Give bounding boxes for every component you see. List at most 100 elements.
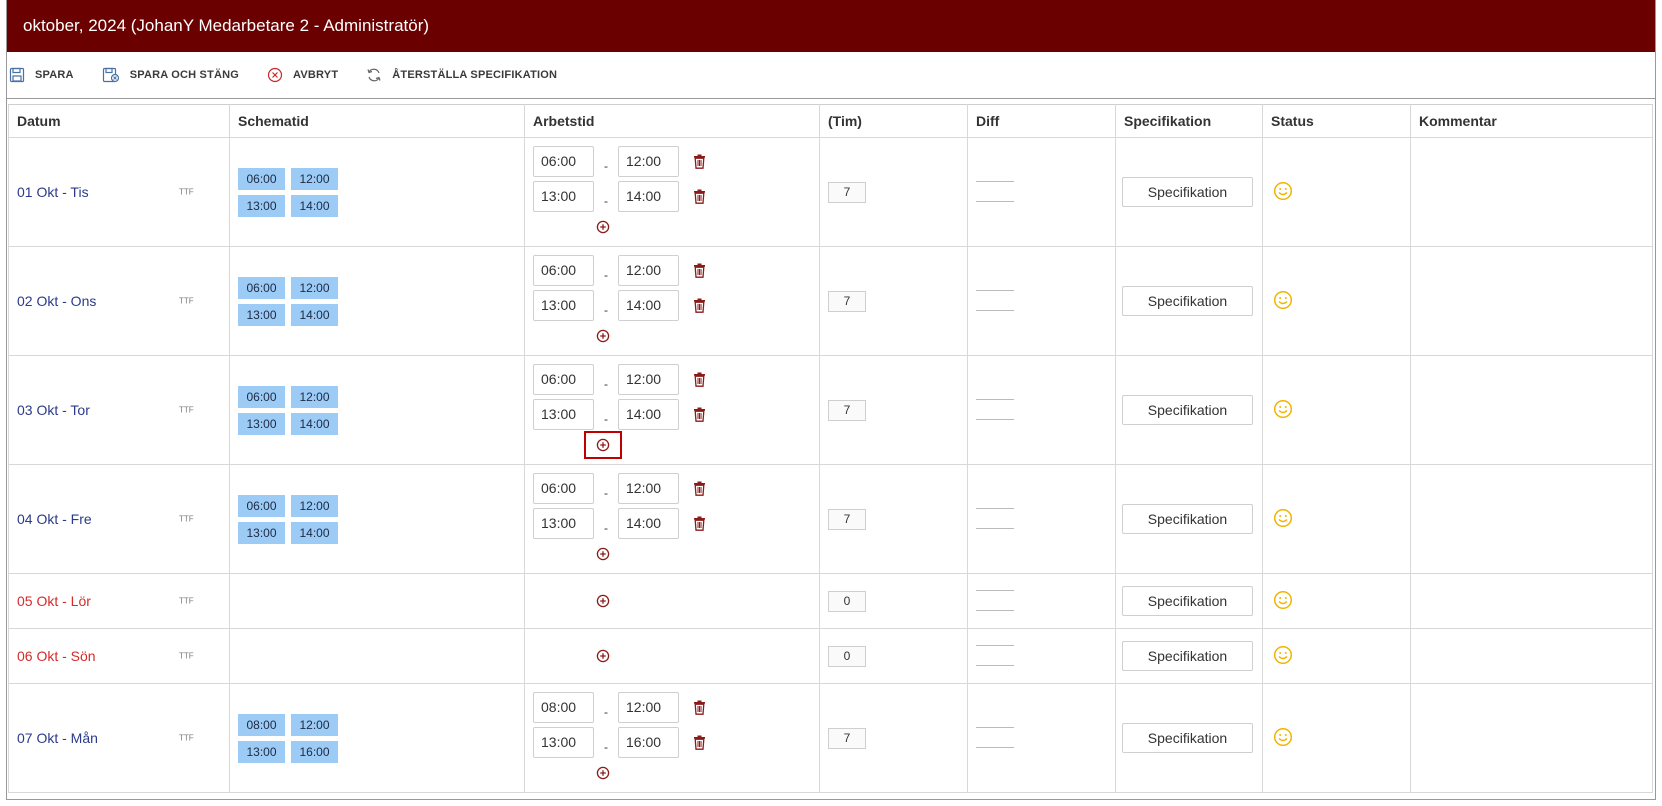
schedule-row: 13:00 14:00: [238, 303, 524, 326]
save-and-close-button[interactable]: SPARA OCH STÄNG: [102, 67, 239, 83]
add-circle-icon[interactable]: [596, 438, 610, 452]
comment-cell[interactable]: [1410, 137, 1653, 247]
schedule-row: 06:00 12:00: [238, 167, 524, 190]
schedule-cell: 06:00 12:00 13:00 14:00: [229, 355, 525, 465]
floppy-close-icon: [102, 67, 119, 83]
end-time-input[interactable]: 14:00: [618, 399, 679, 430]
ttf-label: TTF: [179, 514, 194, 524]
start-time-input[interactable]: 06:00: [533, 364, 594, 395]
col-tim[interactable]: (Tim): [819, 104, 968, 138]
specification-cell: Specifikation: [1115, 137, 1263, 247]
end-time-input[interactable]: 12:00: [618, 473, 679, 504]
ttf-label: TTF: [179, 296, 194, 306]
col-arbetstid[interactable]: Arbetstid: [524, 104, 820, 138]
comment-cell[interactable]: [1410, 628, 1653, 684]
schedule-end-chip: 12:00: [291, 276, 338, 299]
diff-line-top: [976, 636, 1014, 646]
end-time-input[interactable]: 12:00: [618, 146, 679, 177]
start-time-input[interactable]: 13:00: [533, 727, 594, 758]
start-time-input[interactable]: 06:00: [533, 146, 594, 177]
trash-icon[interactable]: [693, 263, 706, 278]
trash-icon[interactable]: [693, 407, 706, 422]
end-time-input[interactable]: 12:00: [618, 255, 679, 286]
comment-cell[interactable]: [1410, 464, 1653, 574]
hours-value: 0: [828, 590, 866, 612]
col-datum[interactable]: Datum: [8, 104, 230, 138]
end-time-input[interactable]: 16:00: [618, 727, 679, 758]
schedule-end-chip: 14:00: [291, 303, 338, 326]
trash-icon[interactable]: [693, 481, 706, 496]
trash-icon[interactable]: [693, 372, 706, 387]
date-link[interactable]: 04 Okt - Fre: [17, 511, 92, 527]
diff-line-top: [976, 281, 1014, 291]
cancel-button[interactable]: AVBRYT: [267, 67, 338, 83]
add-row: [525, 214, 819, 240]
start-time-input[interactable]: 13:00: [533, 508, 594, 539]
start-time-input[interactable]: 13:00: [533, 181, 594, 212]
start-time-input[interactable]: 08:00: [533, 692, 594, 723]
date-cell: 06 Okt - Sön TTF: [8, 628, 230, 684]
comment-cell[interactable]: [1410, 246, 1653, 356]
trash-icon[interactable]: [693, 735, 706, 750]
end-time-input[interactable]: 12:00: [618, 364, 679, 395]
diff-line-top: [976, 390, 1014, 400]
add-circle-icon[interactable]: [596, 766, 610, 780]
smiley-icon: [1273, 290, 1293, 313]
col-diff[interactable]: Diff: [967, 104, 1116, 138]
comment-cell[interactable]: [1410, 355, 1653, 465]
specification-button[interactable]: Specifikation: [1122, 641, 1253, 671]
add-circle-icon[interactable]: [596, 547, 610, 561]
save-button[interactable]: SPARA: [9, 67, 74, 83]
specification-button[interactable]: Specifikation: [1122, 286, 1253, 316]
add-row: [525, 323, 819, 349]
start-time-input[interactable]: 06:00: [533, 255, 594, 286]
timesheet-grid-wrapper: Datum Schematid Arbetstid (Tim) Diff Spe…: [8, 104, 1653, 793]
col-specifikation[interactable]: Specifikation: [1115, 104, 1263, 138]
date-link[interactable]: 07 Okt - Mån: [17, 730, 98, 746]
trash-icon[interactable]: [693, 700, 706, 715]
col-kommentar[interactable]: Kommentar: [1410, 104, 1653, 138]
add-circle-icon[interactable]: [596, 329, 610, 343]
add-circle-icon[interactable]: [596, 220, 610, 234]
trash-icon[interactable]: [693, 189, 706, 204]
end-time-input[interactable]: 14:00: [618, 508, 679, 539]
table-row: 03 Okt - Tor TTF 06:00 12:00 13:00 14:00…: [8, 355, 1653, 465]
start-time-input[interactable]: 13:00: [533, 399, 594, 430]
end-time-input[interactable]: 14:00: [618, 290, 679, 321]
date-link[interactable]: 06 Okt - Sön: [17, 648, 96, 664]
trash-icon[interactable]: [693, 298, 706, 313]
date-link[interactable]: 05 Okt - Lör: [17, 593, 91, 609]
comment-cell[interactable]: [1410, 573, 1653, 629]
specification-button[interactable]: Specifikation: [1122, 504, 1253, 534]
schedule-cell: 08:00 12:00 13:00 16:00: [229, 683, 525, 793]
trash-icon[interactable]: [693, 154, 706, 169]
specification-button[interactable]: Specifikation: [1122, 177, 1253, 207]
date-link[interactable]: 02 Okt - Ons: [17, 293, 96, 309]
end-time-input[interactable]: 14:00: [618, 181, 679, 212]
end-time-input[interactable]: 12:00: [618, 692, 679, 723]
specification-button[interactable]: Specifikation: [1122, 723, 1253, 753]
date-cell: 02 Okt - Ons TTF: [8, 246, 230, 356]
date-link[interactable]: 01 Okt - Tis: [17, 184, 89, 200]
date-link[interactable]: 03 Okt - Tor: [17, 402, 90, 418]
schedule-start-chip: 13:00: [238, 303, 285, 326]
diff-line-top: [976, 499, 1014, 509]
reset-specification-button[interactable]: ÅTERSTÄLLA SPECIFIKATION: [366, 67, 557, 83]
comment-cell[interactable]: [1410, 683, 1653, 793]
diff-line-bottom: [976, 738, 1014, 748]
worktime-row: 13:00 - 14:00: [525, 179, 819, 214]
status-cell: [1262, 137, 1411, 247]
schedule-end-chip: 14:00: [291, 194, 338, 217]
trash-icon[interactable]: [693, 516, 706, 531]
add-circle-icon[interactable]: [596, 649, 610, 663]
start-time-input[interactable]: 06:00: [533, 473, 594, 504]
table-row: 02 Okt - Ons TTF 06:00 12:00 13:00 14:00…: [8, 246, 1653, 356]
add-circle-icon[interactable]: [596, 594, 610, 608]
specification-button[interactable]: Specifikation: [1122, 586, 1253, 616]
col-schematid[interactable]: Schematid: [229, 104, 525, 138]
specification-button[interactable]: Specifikation: [1122, 395, 1253, 425]
save-and-close-label: SPARA OCH STÄNG: [129, 69, 240, 81]
start-time-input[interactable]: 13:00: [533, 290, 594, 321]
col-status[interactable]: Status: [1262, 104, 1411, 138]
ttf-label: TTF: [179, 733, 194, 743]
